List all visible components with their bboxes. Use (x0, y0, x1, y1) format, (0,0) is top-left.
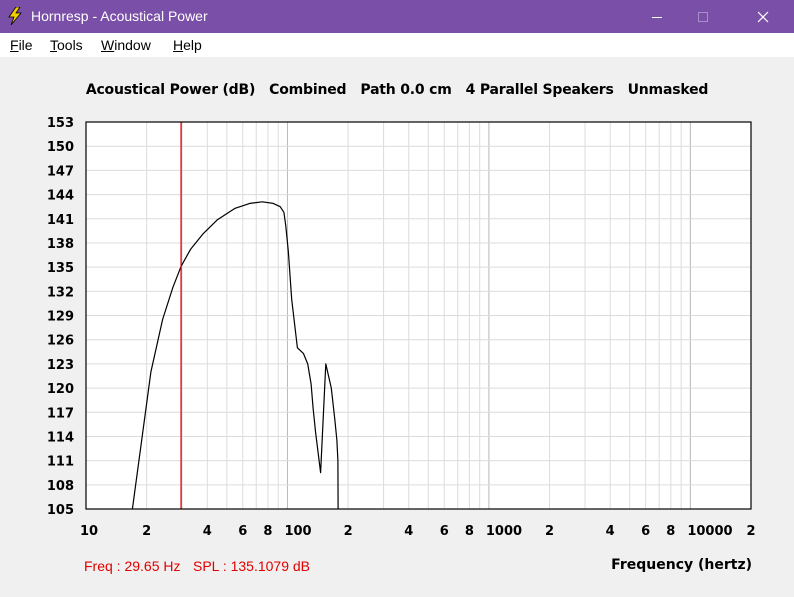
x-tick-label: 2 (746, 524, 755, 539)
x-tick-label: 10000 (687, 524, 732, 539)
y-tick-label: 141 (47, 213, 74, 228)
x-tick-label: 6 (641, 524, 650, 539)
x-tick-label: 2 (142, 524, 151, 539)
x-tick-label: 1000 (486, 524, 522, 539)
y-tick-label: 108 (47, 479, 74, 494)
x-tick-label: 8 (666, 524, 675, 539)
x-tick-label: 4 (203, 524, 212, 539)
frequency-readout: Freq : 29.65 Hz (84, 558, 181, 574)
y-tick-label: 114 (47, 430, 74, 445)
y-tick-label: 123 (47, 358, 74, 373)
y-tick-label: 126 (47, 334, 74, 349)
x-tick-label: 10 (80, 524, 98, 539)
y-tick-label: 117 (47, 406, 74, 421)
x-tick-label: 6 (440, 524, 449, 539)
y-tick-label: 138 (47, 237, 74, 252)
x-tick-label: 100 (284, 524, 311, 539)
acoustical-power-chart[interactable]: 1051081111141171201231261291321351381411… (0, 0, 794, 597)
x-tick-label: 8 (465, 524, 474, 539)
y-tick-label: 132 (47, 285, 74, 300)
y-tick-label: 153 (47, 116, 74, 131)
y-tick-label: 120 (47, 382, 74, 397)
x-tick-label: 2 (344, 524, 353, 539)
y-tick-label: 150 (47, 140, 74, 155)
y-tick-label: 105 (47, 503, 74, 518)
x-tick-label: 4 (606, 524, 615, 539)
x-tick-label: 6 (238, 524, 247, 539)
x-axis-label: Frequency (hertz) (611, 557, 752, 573)
x-tick-label: 4 (404, 524, 413, 539)
spl-readout: SPL : 135.1079 dB (193, 558, 311, 574)
y-tick-label: 111 (47, 455, 74, 470)
y-tick-label: 129 (47, 310, 74, 325)
x-tick-label: 2 (545, 524, 554, 539)
y-tick-label: 147 (47, 164, 74, 179)
x-tick-label: 8 (263, 524, 272, 539)
y-tick-label: 135 (47, 261, 74, 276)
y-tick-label: 144 (47, 189, 74, 204)
